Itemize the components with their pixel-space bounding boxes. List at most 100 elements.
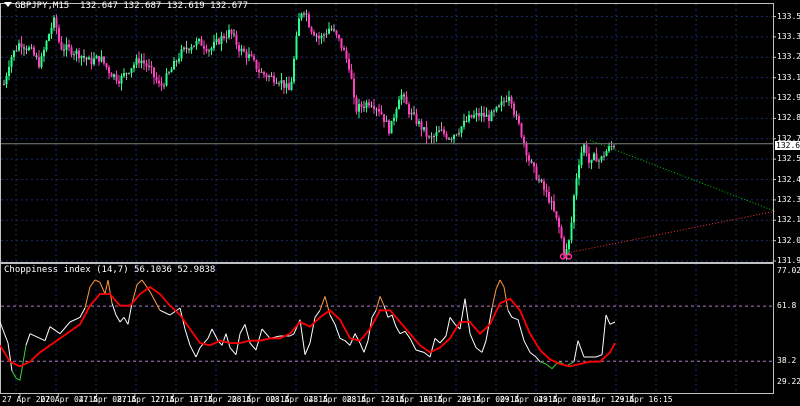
chop-line-segment xyxy=(539,361,547,365)
signal-line xyxy=(0,285,616,368)
candle-body xyxy=(90,57,93,65)
candle-body xyxy=(178,58,180,62)
candle-body xyxy=(538,179,540,181)
candle-body xyxy=(125,73,128,75)
candle-body xyxy=(273,75,275,83)
chop-line-segment xyxy=(379,296,385,306)
candle-body xyxy=(453,135,455,139)
candle-body xyxy=(575,178,578,196)
candle-body xyxy=(595,153,598,162)
candle-body xyxy=(45,40,48,51)
fractal-marker xyxy=(559,253,567,260)
chop-line-segment xyxy=(371,310,377,318)
chop-line-segment xyxy=(359,342,365,353)
candle-body xyxy=(55,17,58,28)
candle-body xyxy=(218,38,220,44)
chop-line-segment xyxy=(7,342,13,372)
candle-body xyxy=(310,27,313,33)
chart-canvas[interactable] xyxy=(0,0,800,406)
candle-body xyxy=(233,33,235,35)
candle-body xyxy=(180,49,183,59)
dropdown-triangle-icon[interactable] xyxy=(4,2,12,7)
candle-body xyxy=(500,101,503,106)
chop-line-segment xyxy=(481,340,487,353)
candle-body xyxy=(333,29,335,31)
candle-body xyxy=(465,120,468,122)
candle-body xyxy=(450,138,453,140)
candle-body xyxy=(253,56,255,60)
candle-body xyxy=(380,111,383,115)
candle-body xyxy=(163,85,165,87)
y-tick-label-main: 133.520 xyxy=(777,11,800,21)
candle-body xyxy=(165,73,168,86)
candle-body xyxy=(303,13,305,15)
chop-line-segment xyxy=(261,328,271,339)
candle-body xyxy=(593,153,595,160)
y-tick-label-main: 132.575 xyxy=(777,154,800,164)
candle-body xyxy=(208,50,210,52)
candle-body xyxy=(358,104,360,112)
candle-body xyxy=(98,55,100,62)
candle-body xyxy=(353,78,355,98)
chop-line-segment xyxy=(309,317,316,344)
y-tick-label-main: 133.115 xyxy=(777,72,800,82)
candle-body xyxy=(513,103,515,115)
chop-line-segment xyxy=(344,340,351,346)
chop-line-segment xyxy=(415,349,425,353)
candle-body xyxy=(35,55,38,58)
indicator-header: Choppiness index (14,7) 56.1036 52.9838 xyxy=(4,265,216,275)
candle-body xyxy=(418,121,420,124)
candle-body xyxy=(140,60,143,64)
candle-body xyxy=(543,181,545,190)
chop-line-segment xyxy=(329,314,336,325)
candle-body xyxy=(290,81,293,91)
chop-line-segment xyxy=(84,286,91,309)
chop-line-segment xyxy=(184,328,191,346)
candle-body xyxy=(168,72,170,74)
candle-body xyxy=(18,43,20,51)
candle-body xyxy=(600,156,603,161)
candle-body xyxy=(225,37,228,39)
candle-body xyxy=(265,74,268,78)
candle-body xyxy=(420,121,423,130)
candle-body xyxy=(135,58,138,65)
candle-body xyxy=(350,69,353,79)
chop-line-segment xyxy=(39,337,46,342)
candle-body xyxy=(305,13,308,15)
candle-body xyxy=(205,48,208,52)
candle-body xyxy=(100,56,103,62)
candle-body xyxy=(198,38,200,42)
candle-body xyxy=(540,179,543,182)
candle-body xyxy=(548,191,550,203)
candle-body xyxy=(220,36,223,44)
candle-body xyxy=(215,38,218,43)
candle-body xyxy=(295,35,298,59)
chop-line-segment xyxy=(363,340,369,353)
candle-body xyxy=(58,27,60,42)
candle-body xyxy=(518,116,520,124)
candle-body xyxy=(193,45,195,48)
candle-body xyxy=(433,136,435,138)
candle-body xyxy=(583,144,585,153)
candle-body xyxy=(283,80,285,88)
candle-body xyxy=(23,47,25,49)
candle-body xyxy=(368,102,370,106)
chop-line-segment xyxy=(595,354,603,358)
chop-line-segment xyxy=(387,314,393,318)
candle-body xyxy=(280,80,283,84)
candle-body xyxy=(243,48,245,52)
candle-body xyxy=(20,43,23,48)
candle-body xyxy=(385,120,388,122)
candle-body xyxy=(250,54,253,57)
candle-body xyxy=(340,38,343,49)
candle-body xyxy=(395,109,398,119)
candle-body xyxy=(53,17,55,28)
chop-line-segment xyxy=(107,279,113,304)
candle-body xyxy=(25,48,28,50)
chop-line-segment xyxy=(211,328,219,341)
candle-body xyxy=(463,120,465,127)
candle-body xyxy=(608,146,610,152)
candle-body xyxy=(153,67,155,78)
candle-body xyxy=(110,73,113,77)
candle-body xyxy=(68,44,70,48)
